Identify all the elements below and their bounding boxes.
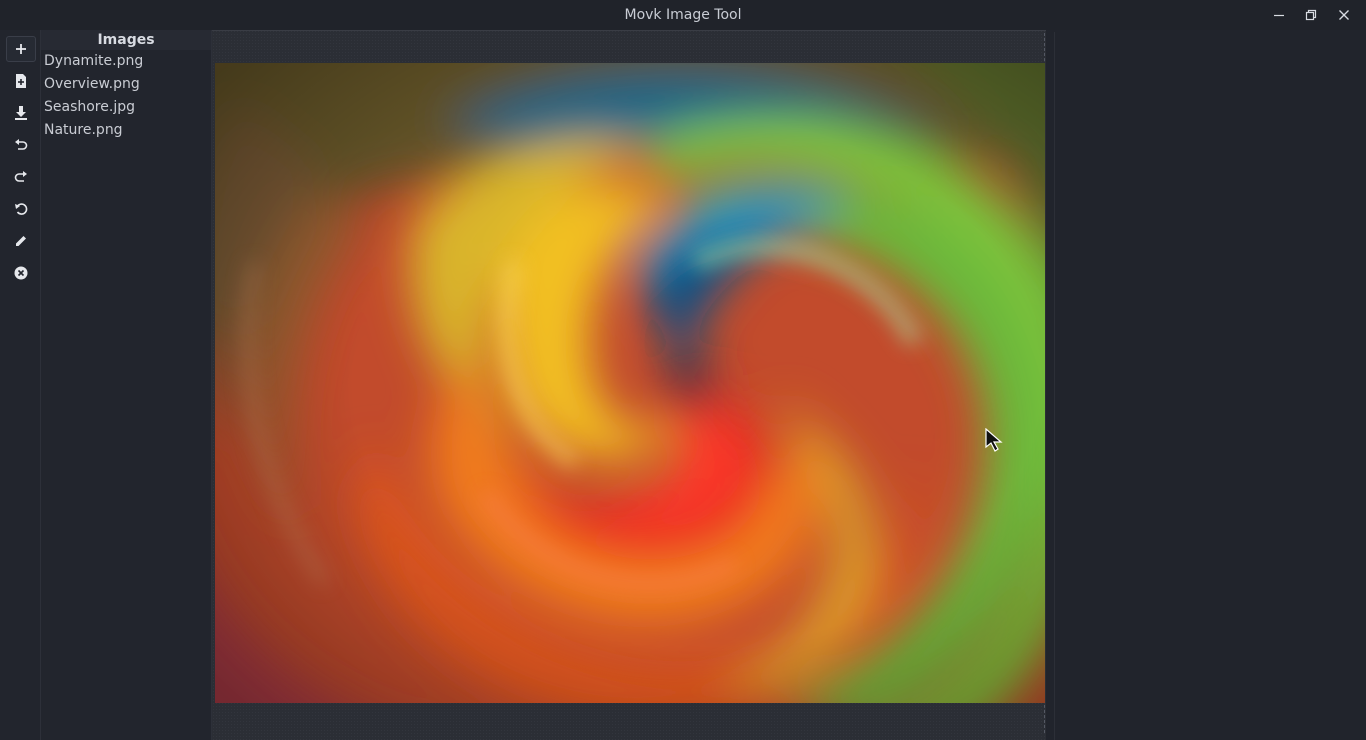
file-item-nature[interactable]: Nature.png: [41, 119, 211, 142]
close-window-button[interactable]: [1329, 0, 1359, 30]
mouse-cursor-icon: [985, 428, 1003, 452]
close-image-button[interactable]: [6, 260, 36, 286]
app-window: Movk Image Tool Images Dynamite.png Over…: [0, 0, 1366, 740]
file-item-overview[interactable]: Overview.png: [41, 73, 211, 96]
download-icon: [15, 106, 27, 120]
save-button[interactable]: [6, 100, 36, 126]
restore-icon: [1305, 9, 1317, 21]
tool-bar: [0, 30, 41, 740]
title-bar: Movk Image Tool: [0, 0, 1366, 30]
edit-icon: [16, 236, 26, 246]
undo-icon: [15, 139, 28, 150]
canvas-divider: [212, 30, 1046, 31]
undo-button[interactable]: [6, 132, 36, 158]
redo-icon: [14, 171, 27, 182]
close-circle-icon: [14, 266, 28, 280]
reset-icon: [15, 203, 28, 215]
swirl-image[interactable]: [215, 63, 1045, 703]
file-item-seashore[interactable]: Seashore.jpg: [41, 96, 211, 119]
images-panel-header: Images: [41, 30, 211, 50]
properties-panel: [1054, 32, 1366, 740]
window-title: Movk Image Tool: [624, 7, 742, 23]
reset-button[interactable]: [6, 196, 36, 222]
restore-button[interactable]: [1296, 0, 1326, 30]
new-file-button[interactable]: [6, 68, 36, 94]
edit-button[interactable]: [6, 228, 36, 254]
minimize-icon: [1274, 14, 1284, 17]
file-item-dynamite[interactable]: Dynamite.png: [41, 50, 211, 73]
redo-button[interactable]: [6, 164, 36, 190]
new-file-icon: [16, 74, 26, 88]
add-icon: [16, 44, 26, 54]
images-panel: Images Dynamite.png Overview.png Seashor…: [41, 30, 212, 740]
add-image-button[interactable]: [6, 36, 36, 62]
minimize-button[interactable]: [1264, 0, 1294, 30]
close-icon: [1339, 10, 1349, 20]
